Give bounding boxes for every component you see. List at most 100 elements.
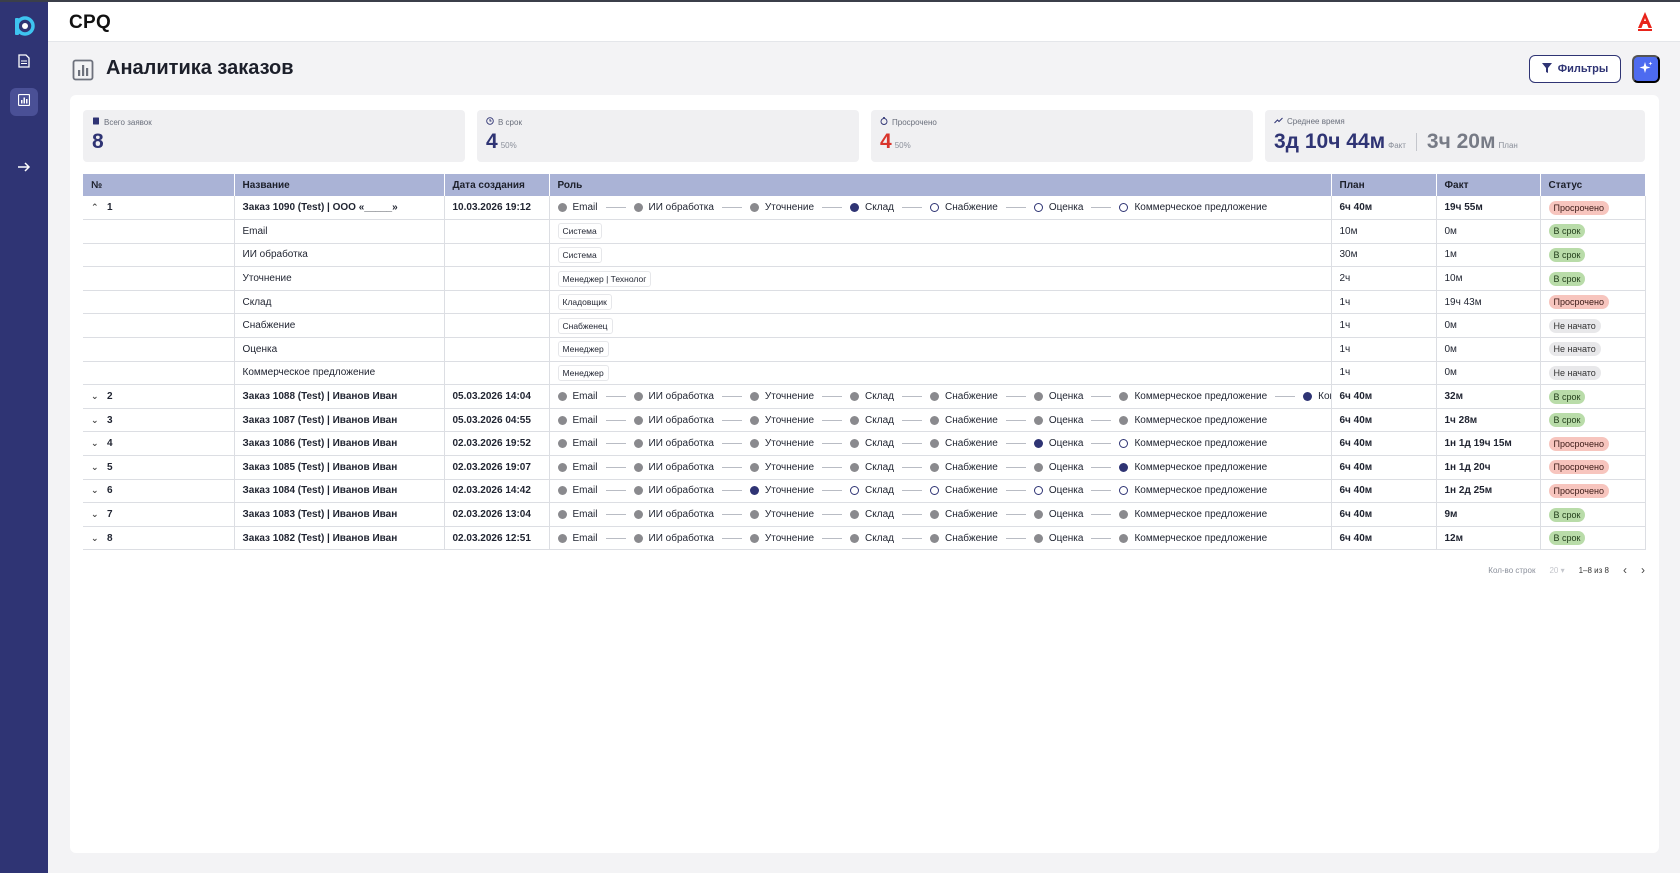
rows-per-page-select[interactable]: 20 ▾	[1549, 566, 1564, 575]
filters-button[interactable]: Фильтры	[1529, 55, 1621, 83]
table-subrow: Снабжение Снабженец 1ч 0м Не начато	[83, 313, 1646, 339]
prev-page-button[interactable]: ‹	[1623, 563, 1627, 577]
kpi-avg-time: Среднее время 3д 10ч 44м Факт 3ч 20м План	[1265, 110, 1645, 162]
stage-label: Email	[572, 461, 598, 473]
stage-step: Уточнение	[749, 202, 814, 213]
kpi-ontime-pct: 50%	[500, 141, 517, 150]
clock-icon	[486, 117, 494, 127]
stage-label: Коммерческое предложение	[1134, 414, 1268, 426]
chevron-down-icon[interactable]: ⌄	[91, 533, 107, 544]
stage-step: Коммерческое предложение	[1119, 485, 1267, 496]
cell-number	[83, 266, 235, 291]
stage-label: Оценка	[1048, 461, 1084, 473]
chevron-down-icon[interactable]: ⌄	[91, 391, 107, 402]
stage-connector	[1005, 537, 1026, 539]
stage-label: ИИ обработка	[648, 438, 714, 450]
stage-connector	[605, 537, 626, 539]
next-page-button[interactable]: ›	[1641, 563, 1645, 577]
stage-step: Email	[557, 461, 598, 473]
sidebar-item-documents[interactable]	[10, 49, 38, 77]
kpi-total: Всего заявок 8	[83, 110, 465, 162]
stage-connector	[721, 466, 742, 468]
chevron-down-icon[interactable]: ⌄	[91, 462, 107, 473]
stage-dot-icon	[1119, 510, 1129, 520]
stage-label: ИИ обработка	[648, 485, 714, 497]
cell-fact: 0м	[1436, 219, 1541, 244]
stage-dot-icon	[1033, 533, 1043, 543]
cell-name: Заказ 1082 (Test) | Иванов Иван	[234, 526, 445, 551]
cell-status: В срок	[1540, 502, 1646, 527]
col-header-date[interactable]: Дата создания	[444, 174, 550, 196]
row-number: 1	[107, 202, 113, 214]
cell-status: Просрочено	[1540, 479, 1646, 504]
table-row[interactable]: ⌄ 7 Заказ 1083 (Test) | Иванов Иван 02.03.2…	[83, 502, 1646, 527]
cell-role: Email ИИ обработка Уточнение Склад Снабжение…	[549, 408, 1332, 433]
stage-step: Уточнение	[749, 438, 814, 449]
cell-date: 02.03.2026 14:42	[444, 479, 550, 504]
stage-step: Оценка	[1033, 391, 1083, 402]
stage-label: Оценка	[1048, 532, 1084, 544]
cell-status: В срок	[1540, 408, 1646, 433]
stage-step: Снабжение	[929, 202, 998, 213]
col-header-plan[interactable]: План	[1331, 174, 1437, 196]
status-badge: В срок	[1548, 247, 1586, 262]
stage-step: Оценка	[1033, 415, 1083, 426]
stage-dot-icon	[749, 439, 759, 449]
table-row[interactable]: ⌃ 1 Заказ 1090 (Test) | ООО «_____» 10.03.2…	[83, 196, 1646, 221]
sidebar-item-analytics[interactable]	[10, 88, 38, 116]
stage-step: Склад	[850, 533, 894, 544]
col-header-status[interactable]: Статус	[1540, 174, 1646, 196]
table-row[interactable]: ⌄ 6 Заказ 1084 (Test) | Иванов Иван 02.03.2…	[83, 479, 1646, 504]
cell-stage-name: ИИ обработка	[234, 243, 445, 268]
stage-step: Оценка	[1033, 438, 1083, 449]
stage-label: Уточнение	[764, 509, 815, 521]
stage-step: Email	[557, 485, 598, 496]
stage-dot-icon	[557, 392, 567, 402]
col-header-name[interactable]: Название	[234, 174, 445, 196]
chevron-down-icon[interactable]: ⌄	[91, 415, 107, 426]
table-row[interactable]: ⌄ 4 Заказ 1086 (Test) | Иванов Иван 02.03.2…	[83, 431, 1646, 457]
table-row[interactable]: ⌄ 3 Заказ 1087 (Test) | Иванов Иван 05.03.2…	[83, 408, 1646, 433]
stage-step: ИИ обработка	[633, 509, 714, 520]
stage-label: Email	[572, 438, 598, 450]
stage-label: Снабжение	[944, 414, 998, 426]
cell-stage-name: Уточнение	[234, 266, 445, 291]
stage-step: Снабжение	[929, 391, 998, 402]
chevron-down-icon[interactable]: ⌄	[91, 509, 107, 520]
cell-name: Заказ 1086 (Test) | Иванов Иван	[234, 431, 445, 457]
stage-connector	[605, 207, 626, 209]
cell-date	[444, 337, 550, 362]
col-header-number[interactable]: №	[83, 174, 235, 196]
stage-label: Коммерческое предложение	[1134, 509, 1268, 521]
col-header-fact[interactable]: Факт	[1436, 174, 1541, 196]
stage-label: Оценка	[1048, 202, 1084, 214]
col-header-role[interactable]: Роль	[549, 174, 1332, 196]
kpi-ontime-value: 4	[486, 130, 498, 153]
kpi-avg-label: Среднее время	[1287, 117, 1345, 126]
stage-dot-icon	[749, 392, 759, 402]
stage-dot-icon	[929, 415, 939, 425]
sparkle-icon	[1639, 61, 1653, 78]
chevron-down-icon[interactable]: ⌄	[91, 438, 107, 449]
stage-label: Оценка	[1048, 509, 1084, 521]
sidebar-expand-button[interactable]	[10, 155, 38, 183]
chevron-up-icon[interactable]: ⌃	[91, 202, 107, 213]
stage-label: Уточнение	[764, 391, 815, 403]
cell-plan: 1ч	[1331, 290, 1437, 315]
table-row[interactable]: ⌄ 8 Заказ 1082 (Test) | Иванов Иван 02.03.2…	[83, 526, 1646, 551]
chevron-down-icon[interactable]: ⌄	[91, 485, 107, 496]
status-badge: В срок	[1548, 271, 1586, 286]
app-logo-icon[interactable]	[12, 14, 36, 38]
ai-assistant-button[interactable]	[1632, 55, 1660, 83]
stage-label: Ком	[1318, 391, 1330, 403]
table-row[interactable]: ⌄ 5 Заказ 1085 (Test) | Иванов Иван 02.03.2…	[83, 455, 1646, 480]
stage-connector	[605, 466, 626, 468]
stage-connector	[1091, 490, 1112, 492]
stage-connector	[1005, 396, 1026, 398]
cell-role: Система	[549, 219, 1332, 244]
table-row[interactable]: ⌄ 2 Заказ 1088 (Test) | Иванов Иван 05.03.2…	[83, 384, 1646, 409]
cell-role: Email ИИ обработка Уточнение Склад Снабжение…	[549, 431, 1332, 457]
brand-logo-icon	[1634, 10, 1656, 32]
stage-dot-icon	[633, 486, 643, 496]
stage-step: Email	[557, 415, 598, 426]
